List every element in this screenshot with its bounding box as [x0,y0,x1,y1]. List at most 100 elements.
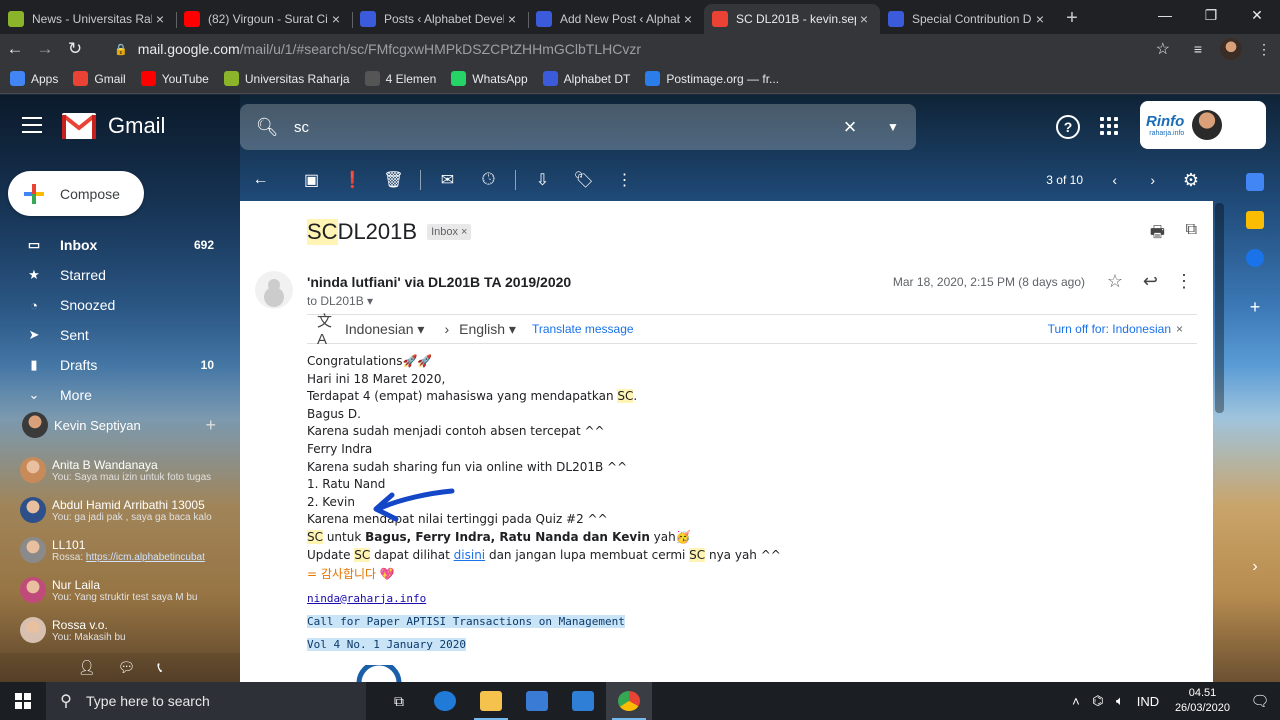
close-tab-icon[interactable]: × [152,11,168,27]
message-scrollbar[interactable] [1213,201,1227,682]
older-icon[interactable]: › [1150,172,1155,188]
profile-avatar[interactable] [1220,38,1242,60]
address-bar[interactable]: 🔒 mail.google.com/mail/u/1/#search/sc/FM… [100,34,1180,64]
notifications-icon[interactable]: 🗨︎ [1240,692,1280,710]
contacts-icon[interactable]: 👤︎ [78,659,96,676]
target-language-select[interactable]: English ▾ [459,321,516,338]
restore-icon[interactable]: ❐ [1188,0,1234,30]
language-indicator[interactable]: IND [1131,694,1165,709]
archive-icon[interactable]: ▣ [291,170,332,190]
signature-email-link[interactable]: ninda@raharja.info [307,592,426,605]
back-icon[interactable]: ← [0,39,30,59]
chrome-icon[interactable] [606,682,652,720]
support-icon[interactable]: ? [1056,115,1080,139]
close-tab-icon[interactable]: × [504,11,520,27]
clock[interactable]: 04.51 26/03/2020 [1175,686,1230,716]
move-to-icon[interactable]: ⇩ [522,170,563,190]
hangouts-icon[interactable]: 💬︎ [118,659,136,676]
edge-icon[interactable] [422,682,468,720]
add-addon-icon[interactable]: + [1240,297,1270,318]
expand-panel-icon[interactable]: › [1240,558,1270,576]
open-new-window-icon[interactable]: ⧉ [1186,221,1197,239]
source-language-select[interactable]: Indonesian ▾ [345,321,424,338]
snooze-icon[interactable]: 🕓︎ [468,171,509,189]
nav-item-starred[interactable]: ★ Starred [0,260,232,290]
delete-icon[interactable]: 🗑︎ [373,170,414,190]
browser-tab[interactable]: News - Universitas Raharja× [0,4,176,34]
report-spam-icon[interactable]: ❗ [332,170,373,190]
hangouts-me[interactable]: Kevin Septiyan + [0,408,232,442]
main-menu-icon[interactable] [22,117,42,133]
tasks-icon[interactable] [1246,249,1264,267]
bookmark-star-icon[interactable]: ☆ [1156,39,1170,59]
browser-tab[interactable]: Posts ‹ Alphabet Developer× [352,4,528,34]
browser-tab[interactable]: (82) Virgoun - Surat Cinta× [176,4,352,34]
new-tab-button[interactable]: + [1056,4,1088,34]
calendar-icon[interactable] [1246,173,1264,191]
task-view-icon[interactable]: ⧉ [376,682,422,720]
inbox-label-badge[interactable]: Inbox × [427,224,472,240]
sender-name[interactable]: 'ninda lutfiani' via DL201B TA 2019/2020 [307,274,571,290]
mail-search-bar[interactable]: 🔍︎ sc × ▼ [240,104,916,150]
translate-message-link[interactable]: Translate message [532,322,634,336]
google-apps-icon[interactable] [1100,117,1118,135]
browser-tab[interactable]: Special Contribution DL × [880,4,1056,34]
nav-item-sent[interactable]: ➤ Sent [0,320,232,350]
chat-contact[interactable]: Nur Laila You: Yang struktir test saya M … [0,570,232,610]
nav-item-more[interactable]: ⌄ More [0,380,232,410]
phone-icon[interactable]: 📞︎ [157,659,162,676]
close-tab-icon[interactable]: × [680,11,696,27]
new-chat-icon[interactable]: + [205,415,216,436]
nav-item-drafts[interactable]: ▮ Drafts 10 [0,350,232,380]
settings-gear-icon[interactable]: ⚙ [1183,170,1199,191]
gmail-logo[interactable]: Gmail [62,113,165,139]
more-actions-icon[interactable]: ⋮ [604,170,645,190]
bookmark-item[interactable]: Postimage.org — fr... [645,71,779,86]
search-options-icon[interactable]: ▼ [870,120,916,134]
search-input[interactable]: sc [294,119,830,136]
chat-contact[interactable]: Rossa v.o. You: Makasih bu [0,610,232,650]
taskbar-search[interactable]: ⚲ Type here to search [46,682,366,720]
bookmark-item[interactable]: Alphabet DT [542,71,630,86]
back-to-search-icon[interactable]: ← [240,171,281,189]
reply-icon[interactable]: ↩ [1143,271,1158,292]
nav-item-inbox[interactable]: ▭ Inbox 692 [0,230,232,260]
nav-item-snoozed[interactable]: ◔ Snoozed [0,290,232,320]
label-icon[interactable]: 🏷︎ [563,170,604,190]
close-translate-icon[interactable]: × [1176,322,1183,336]
newer-icon[interactable]: ‹ [1112,172,1117,188]
tray-expand-icon[interactable]: ˄ [1065,694,1087,709]
close-tab-icon[interactable]: × [856,11,872,27]
store-icon[interactable] [514,682,560,720]
account-avatar[interactable] [1192,110,1223,140]
media-control-icon[interactable]: ≡ [1182,41,1214,57]
clear-search-icon[interactable]: × [830,114,870,140]
star-message-icon[interactable]: ☆ [1107,271,1123,292]
minimize-icon[interactable]: — [1142,0,1188,30]
chat-contact[interactable]: Anita B Wandanaya You: Saya mau izin untu… [0,450,232,490]
browser-tab[interactable]: SC DL201B - kevin.septiyan× [704,4,880,34]
bookmark-item[interactable]: Gmail [73,71,126,86]
chrome-menu-icon[interactable]: ⋮ [1248,41,1280,58]
bookmark-item[interactable]: WhatsApp [451,71,528,86]
more-options-icon[interactable]: ⋮ [1175,271,1193,292]
close-tab-icon[interactable]: × [328,11,344,27]
browser-tab[interactable]: Add New Post ‹ Alphabet× [528,4,704,34]
forward-icon[interactable]: → [30,39,60,59]
close-window-icon[interactable]: ✕ [1234,0,1280,30]
network-icon[interactable]: ⌬ [1087,693,1109,709]
bookmark-item[interactable]: Universitas Raharja [223,71,350,86]
account-brand-badge[interactable]: Rinfo raharja.info [1140,101,1266,149]
start-button[interactable] [0,682,46,720]
volume-icon[interactable]: 🔈︎ [1109,693,1131,709]
compose-button[interactable]: Compose [8,171,144,216]
reload-icon[interactable]: ↻ [60,39,90,59]
close-tab-icon[interactable]: × [1032,11,1048,27]
bookmark-item[interactable]: Apps [10,71,58,86]
chat-contact[interactable]: Abdul Hamid Arribathi 13005 You: ga jadi … [0,490,232,530]
mail-app-icon[interactable] [560,682,606,720]
disini-link[interactable]: disini [454,548,485,562]
file-explorer-icon[interactable] [468,682,514,720]
keep-icon[interactable] [1246,211,1264,229]
turn-off-translate-link[interactable]: Turn off for: Indonesian [1048,322,1171,336]
